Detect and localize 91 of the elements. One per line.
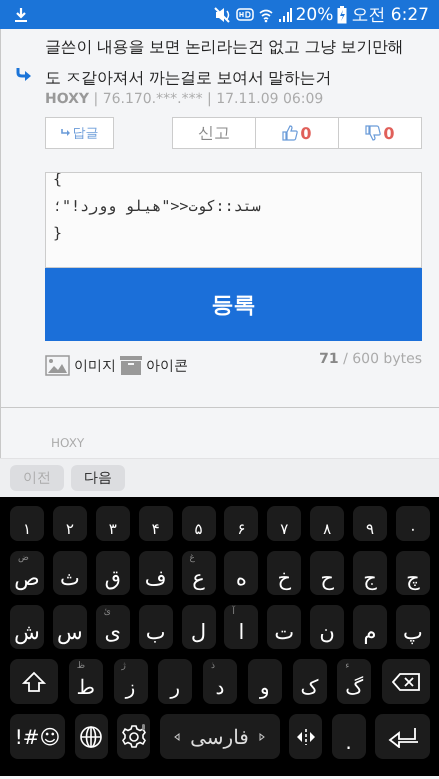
report-button[interactable]: 신고 xyxy=(172,117,256,149)
separator: | xyxy=(94,91,98,107)
dislike-button[interactable]: 0 xyxy=(338,117,422,149)
key[interactable]: ض ص xyxy=(10,551,44,595)
shift-icon xyxy=(22,670,46,692)
battery-icon xyxy=(337,6,348,24)
settings-key[interactable] xyxy=(117,714,150,759)
reply-arrow-icon xyxy=(16,68,30,81)
key[interactable]: ۴ xyxy=(138,506,173,541)
key[interactable]: ۲ xyxy=(52,506,87,541)
clock: 오전 6:27 xyxy=(351,4,429,26)
key[interactable]: ف xyxy=(138,551,173,595)
backspace-icon xyxy=(392,672,420,690)
mute-icon xyxy=(214,6,232,22)
key[interactable]: ۸ xyxy=(310,506,344,541)
key[interactable]: ۵ xyxy=(182,506,216,541)
enter-icon xyxy=(388,726,418,748)
globe-key[interactable] xyxy=(74,714,108,759)
key[interactable]: ن xyxy=(310,605,344,649)
right-arrow-icon xyxy=(258,732,265,740)
signal-icon xyxy=(278,6,292,22)
key[interactable]: ل xyxy=(182,605,216,649)
hd-icon xyxy=(236,8,254,22)
key[interactable]: چ xyxy=(396,551,430,595)
next-button[interactable]: 다음 xyxy=(71,465,125,491)
key[interactable]: ۳ xyxy=(96,506,130,541)
key[interactable]: ب xyxy=(138,605,173,649)
key[interactable]: ئ ی xyxy=(96,605,130,649)
key-hint: غ xyxy=(190,553,195,563)
separator: | xyxy=(207,91,212,107)
key[interactable]: ج xyxy=(353,551,387,595)
key[interactable]: ظ ط xyxy=(68,659,103,704)
key-hint: ذ xyxy=(211,661,216,671)
key[interactable]: س xyxy=(52,605,87,649)
key[interactable]: ذ د xyxy=(203,659,237,704)
key-hint: ء xyxy=(345,661,350,671)
key-hint: ئ xyxy=(104,607,111,617)
cursor-arrows-key[interactable] xyxy=(289,714,322,759)
key[interactable]: آ ا xyxy=(224,605,258,649)
key[interactable]: ت xyxy=(267,605,302,649)
reply-arrow-icon xyxy=(60,128,70,138)
settings-icon xyxy=(120,724,146,750)
left-arrow-icon xyxy=(174,732,180,740)
key[interactable]: ر xyxy=(158,659,192,704)
globe-icon xyxy=(79,724,103,748)
key[interactable]: خ xyxy=(267,551,302,595)
key[interactable]: . xyxy=(332,714,366,759)
key[interactable]: ک xyxy=(292,659,326,704)
shift-key[interactable] xyxy=(10,659,58,704)
key[interactable]: ث xyxy=(52,551,87,595)
key[interactable]: ژ ز xyxy=(114,659,148,704)
icon-button[interactable]: 아이콘 xyxy=(120,355,188,376)
key[interactable]: پ xyxy=(396,605,430,649)
symbols-key[interactable]: !#☺ xyxy=(10,714,65,759)
image-button[interactable]: 이미지 xyxy=(45,355,116,376)
box-icon xyxy=(120,355,142,376)
key[interactable]: ق xyxy=(96,551,130,595)
key[interactable]: ۷ xyxy=(267,506,302,541)
key-hint: ظ xyxy=(76,661,86,671)
comment-author: HOXY xyxy=(51,436,84,450)
cursor-arrows-icon xyxy=(296,726,316,746)
key-hint: ض xyxy=(18,553,29,563)
key[interactable]: ح xyxy=(310,551,344,595)
submit-button[interactable]: 등록 xyxy=(45,268,422,341)
like-button[interactable]: 0 xyxy=(255,117,339,149)
key[interactable]: غ ع xyxy=(182,551,216,595)
thumbs-down-icon xyxy=(365,125,382,141)
image-icon xyxy=(45,355,70,376)
comment-author: HOXY xyxy=(45,91,90,107)
space-key[interactable]: فارسی xyxy=(160,714,280,759)
key[interactable]: م xyxy=(353,605,387,649)
enter-key[interactable] xyxy=(375,714,430,759)
byte-counter: 71 / 600 bytes xyxy=(319,351,422,367)
key-hint: ژ xyxy=(122,661,126,671)
comment-ip: 76.170.***.*** xyxy=(102,91,203,107)
key-hint: آ xyxy=(232,607,235,617)
key[interactable]: ۶ xyxy=(224,506,258,541)
backspace-key[interactable] xyxy=(382,659,430,704)
wifi-icon xyxy=(258,6,274,22)
battery-percent: 20% xyxy=(296,4,334,24)
comment-text: 글쓴이 내용을 보면 논리라는건 없고 그냥 보기만해도 ㅈ같아져서 까는걸로 보여서 말하는거 xyxy=(45,36,404,89)
comment-date: 17.11.09 06:09 xyxy=(216,91,324,107)
key[interactable]: ۱ xyxy=(10,506,44,541)
key[interactable]: ش xyxy=(10,605,44,649)
thumbs-up-icon xyxy=(282,125,298,141)
key[interactable]: ۹ xyxy=(353,506,387,541)
key[interactable]: ۰ xyxy=(396,506,430,541)
key[interactable]: ه xyxy=(224,551,258,595)
download-icon xyxy=(14,6,28,22)
key[interactable]: ء گ xyxy=(337,659,372,704)
key[interactable]: و xyxy=(248,659,282,704)
